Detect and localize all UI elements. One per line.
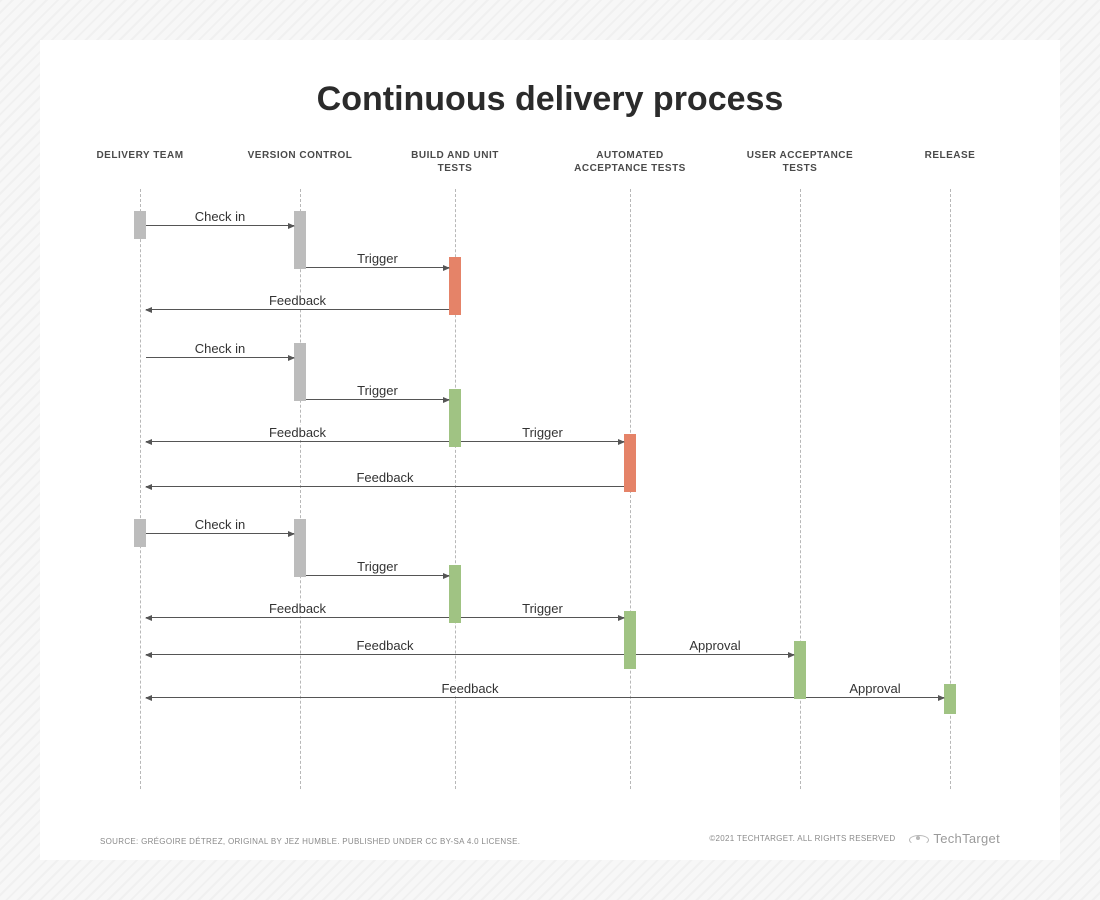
- message-arrow: Trigger: [461, 617, 624, 618]
- arrow-label: Feedback: [350, 470, 419, 485]
- message-arrow: Trigger: [306, 575, 449, 576]
- arrow-label: Feedback: [435, 681, 504, 696]
- message-arrow: Feedback: [146, 309, 449, 310]
- message-arrow: Check in: [146, 533, 294, 534]
- message-arrow: Approval: [636, 654, 794, 655]
- arrow-label: Trigger: [351, 559, 404, 574]
- activation-bar: [449, 389, 461, 447]
- lane-header-release: RELEASE: [890, 149, 1010, 162]
- lane-header-team: DELIVERY TEAM: [80, 149, 200, 162]
- activation-bar: [134, 519, 146, 547]
- activation-bar: [624, 434, 636, 492]
- lane-header-build: BUILD AND UNIT TESTS: [395, 149, 515, 175]
- arrow-label: Trigger: [516, 601, 569, 616]
- arrow-label: Trigger: [351, 383, 404, 398]
- arrow-label: Trigger: [516, 425, 569, 440]
- lane-header-vcs: VERSION CONTROL: [240, 149, 360, 162]
- message-arrow: Check in: [146, 357, 294, 358]
- arrow-label: Approval: [683, 638, 746, 653]
- message-arrow: Feedback: [146, 486, 624, 487]
- message-arrow: Approval: [806, 697, 944, 698]
- activation-bar: [449, 257, 461, 315]
- brand-logo: TechTarget: [909, 831, 1000, 846]
- activation-bar: [294, 343, 306, 401]
- arrow-label: Feedback: [263, 425, 332, 440]
- activation-bar: [294, 211, 306, 269]
- message-arrow: Feedback: [146, 697, 794, 698]
- message-arrow: Feedback: [146, 441, 449, 442]
- activation-bar: [134, 211, 146, 239]
- sequence-diagram: DELIVERY TEAMVERSION CONTROLBUILD AND UN…: [100, 149, 1000, 789]
- arrow-label: Approval: [843, 681, 906, 696]
- activation-bar: [624, 611, 636, 669]
- source-credit: SOURCE: GRÉGOIRE DÉTREZ, ORIGINAL BY JEZ…: [100, 837, 520, 846]
- lifeline-team: [140, 189, 141, 789]
- diagram-title: Continuous delivery process: [100, 80, 1000, 119]
- message-arrow: Trigger: [306, 399, 449, 400]
- activation-bar: [794, 641, 806, 699]
- message-arrow: Feedback: [146, 654, 624, 655]
- activation-bar: [449, 565, 461, 623]
- lifeline-vcs: [300, 189, 301, 789]
- lane-header-auto: AUTOMATED ACCEPTANCE TESTS: [570, 149, 690, 175]
- arrow-label: Feedback: [263, 293, 332, 308]
- copyright-text: ©2021 TECHTARGET. ALL RIGHTS RESERVED: [709, 834, 895, 843]
- arrow-label: Check in: [189, 517, 252, 532]
- arrow-label: Feedback: [350, 638, 419, 653]
- lifeline-uat: [800, 189, 801, 789]
- eye-icon: [909, 833, 929, 845]
- activation-bar: [294, 519, 306, 577]
- message-arrow: Trigger: [306, 267, 449, 268]
- arrow-label: Check in: [189, 341, 252, 356]
- brand-name: TechTarget: [933, 831, 1000, 846]
- message-arrow: Check in: [146, 225, 294, 226]
- arrow-label: Feedback: [263, 601, 332, 616]
- arrow-label: Check in: [189, 209, 252, 224]
- message-arrow: Trigger: [461, 441, 624, 442]
- lane-header-uat: USER ACCEPTANCE TESTS: [740, 149, 860, 175]
- message-arrow: Feedback: [146, 617, 449, 618]
- activation-bar: [944, 684, 956, 714]
- footer: SOURCE: GRÉGOIRE DÉTREZ, ORIGINAL BY JEZ…: [100, 831, 1000, 846]
- diagram-card: Continuous delivery process DELIVERY TEA…: [40, 40, 1060, 860]
- arrow-label: Trigger: [351, 251, 404, 266]
